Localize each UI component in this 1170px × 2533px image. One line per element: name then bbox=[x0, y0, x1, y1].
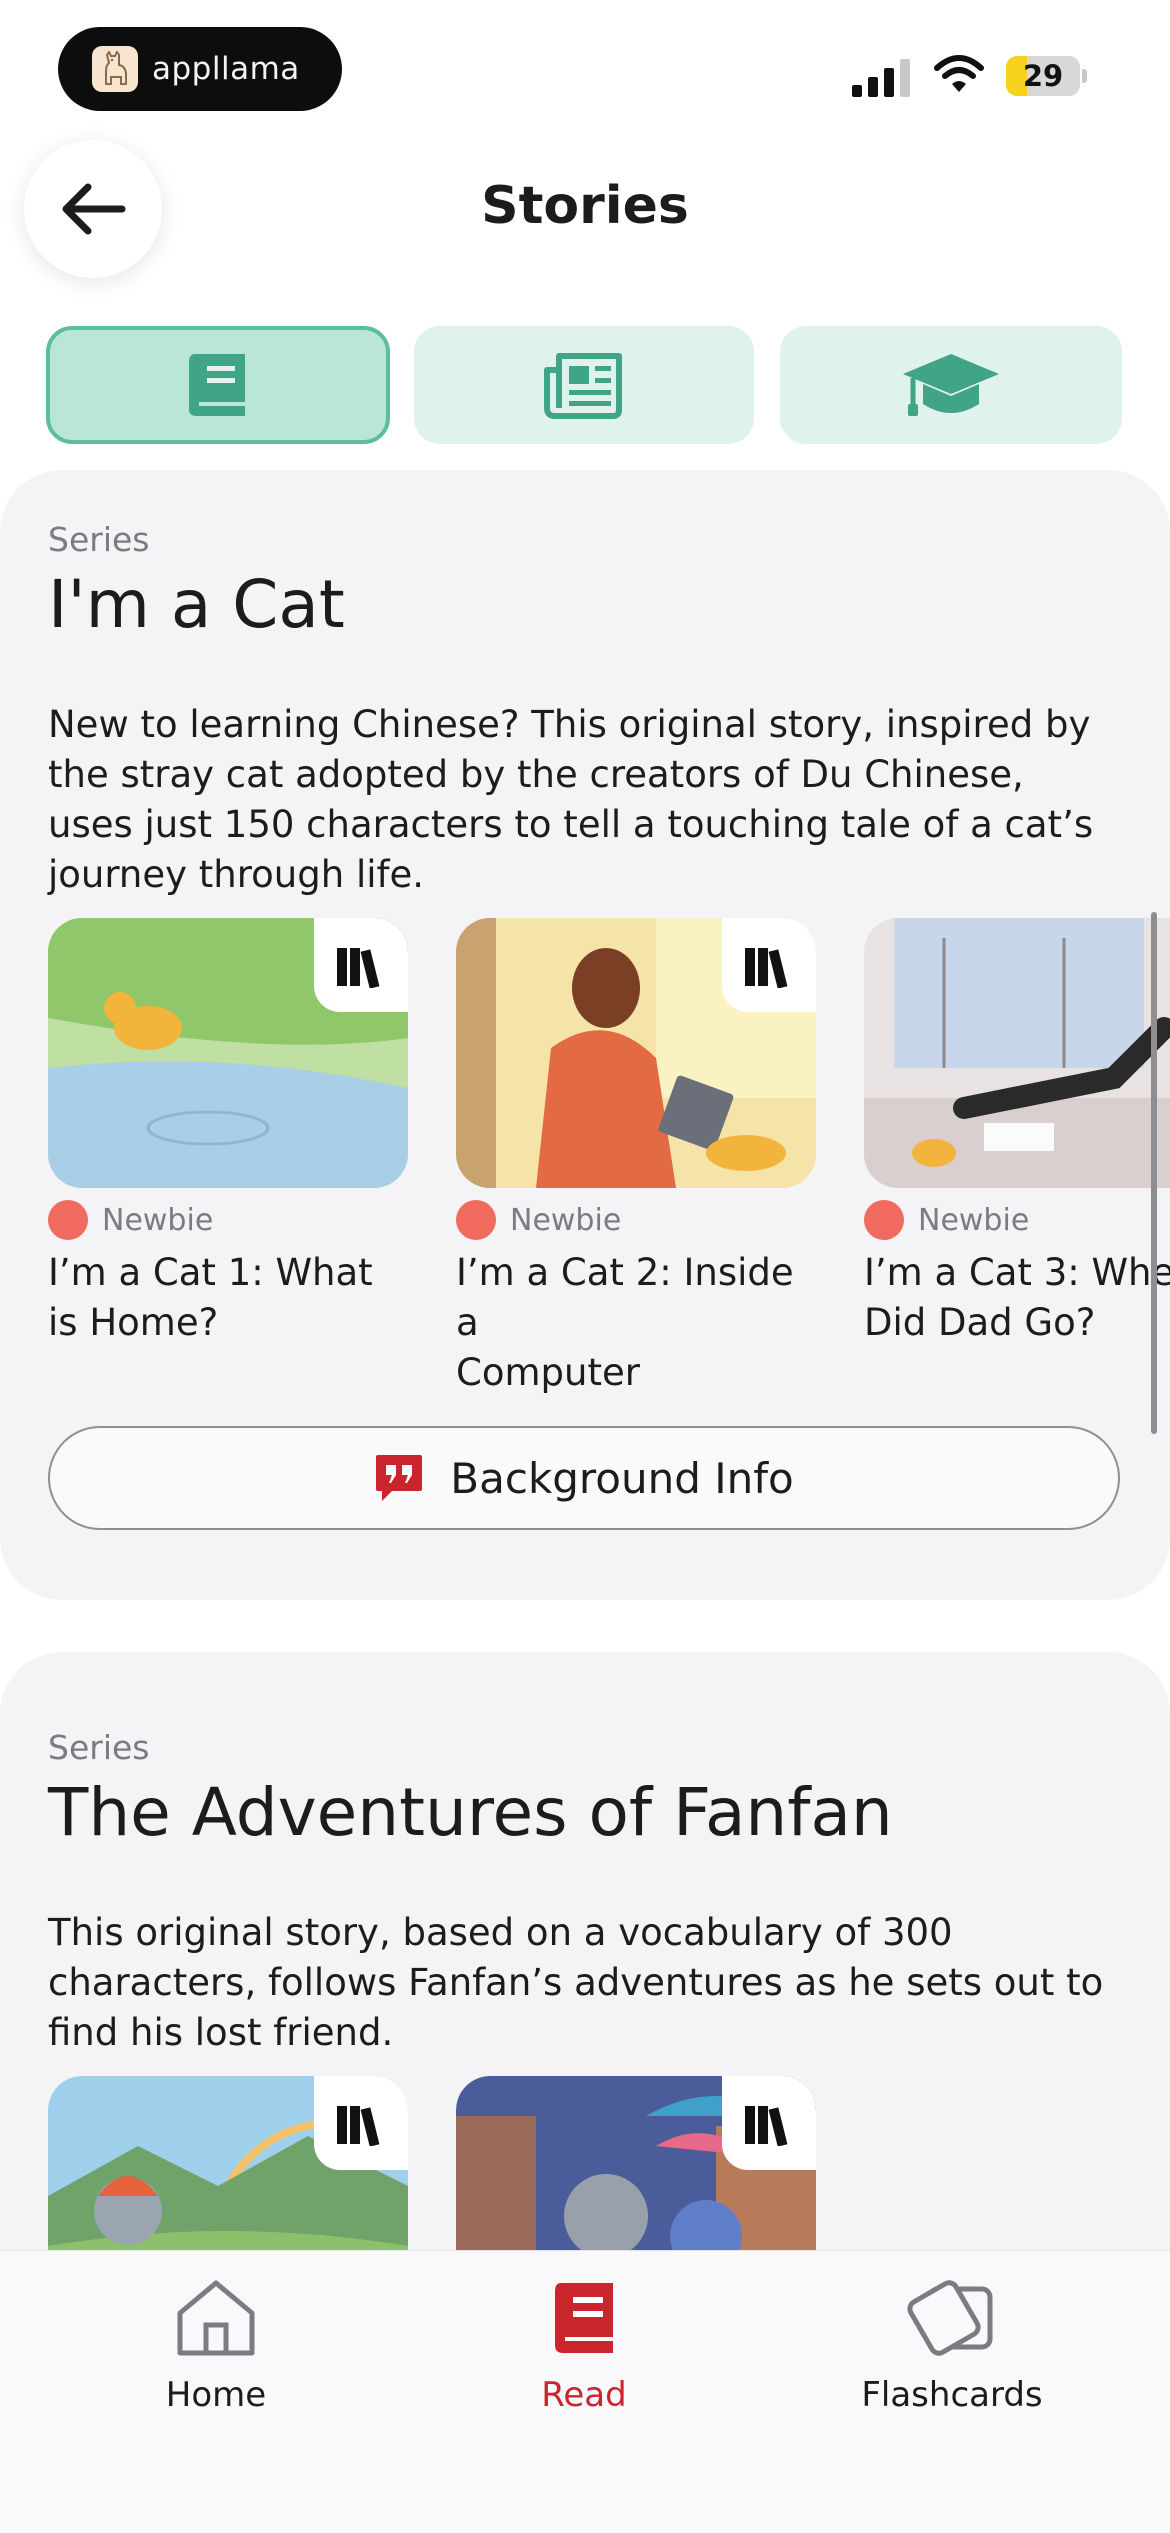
nav-home[interactable]: Home bbox=[76, 2279, 356, 2415]
newspaper-icon bbox=[544, 353, 622, 419]
story-thumbnail bbox=[48, 918, 408, 1188]
brand-name: appllama bbox=[152, 51, 300, 87]
graduation-cap-icon bbox=[903, 354, 999, 416]
library-icon bbox=[722, 2076, 816, 2170]
tab-articles[interactable] bbox=[414, 326, 754, 444]
series-description: New to learning Chinese? This original s… bbox=[48, 703, 1094, 896]
story-thumbnail bbox=[864, 918, 1170, 1188]
story-title: I’m a Cat 3: WhereDid Dad Go? bbox=[864, 1251, 1170, 1344]
page-title: Stories bbox=[481, 176, 689, 236]
bottom-navigation: Home Read Flashcards bbox=[0, 2250, 1170, 2533]
series-label: Series bbox=[48, 1728, 150, 1767]
background-info-label: Background Info bbox=[450, 1453, 794, 1503]
story-card[interactable] bbox=[48, 2076, 408, 2250]
level-label: Newbie bbox=[918, 1202, 1030, 1238]
background-info-button[interactable]: Background Info bbox=[48, 1426, 1120, 1530]
scrollbar[interactable] bbox=[1151, 912, 1157, 1434]
tab-stories[interactable] bbox=[46, 326, 390, 444]
quote-icon bbox=[376, 1455, 423, 1501]
story-thumbnail bbox=[456, 2076, 816, 2250]
series-label: Series bbox=[48, 520, 150, 559]
library-icon bbox=[722, 918, 816, 1012]
app-badge: appllama bbox=[58, 27, 342, 111]
series-description: This original story, based on a vocabula… bbox=[48, 1911, 1104, 2054]
story-card[interactable]: Newbie I’m a Cat 3: WhereDid Dad Go? bbox=[864, 918, 1170, 1348]
flashcards-icon bbox=[907, 2280, 993, 2356]
story-title: I’m a Cat 2: Inside a Computer bbox=[456, 1251, 794, 1394]
level-dot bbox=[864, 1200, 904, 1240]
nav-label: Flashcards bbox=[861, 2375, 1043, 2415]
library-icon bbox=[314, 918, 408, 1012]
library-icon bbox=[314, 2076, 408, 2170]
story-card[interactable]: Newbie I’m a Cat 1: What is Home? bbox=[48, 918, 408, 1348]
series-title: I'm a Cat bbox=[48, 566, 345, 643]
tab-courses[interactable] bbox=[780, 326, 1122, 444]
level-dot bbox=[48, 1200, 88, 1240]
battery-level: 29 bbox=[1022, 59, 1064, 93]
story-thumbnail bbox=[48, 2076, 408, 2250]
book-icon bbox=[189, 354, 245, 416]
series-title: The Adventures of Fanfan bbox=[48, 1774, 893, 1851]
nav-flashcards[interactable]: Flashcards bbox=[812, 2279, 1092, 2415]
book-icon bbox=[555, 2283, 613, 2353]
story-thumbnail bbox=[456, 918, 816, 1188]
nav-label: Read bbox=[541, 2375, 627, 2415]
battery-icon: 29 bbox=[1006, 56, 1087, 96]
nav-label: Home bbox=[165, 2375, 267, 2415]
cellular-signal-icon bbox=[852, 59, 910, 97]
story-title: I’m a Cat 1: What is Home? bbox=[48, 1251, 373, 1344]
nav-read[interactable]: Read bbox=[444, 2279, 724, 2415]
home-icon bbox=[177, 2280, 255, 2356]
wifi-icon bbox=[934, 55, 984, 92]
level-label: Newbie bbox=[102, 1202, 214, 1238]
story-card[interactable] bbox=[456, 2076, 816, 2250]
story-card[interactable]: Newbie I’m a Cat 2: Inside a Computer bbox=[456, 918, 816, 1398]
level-dot bbox=[456, 1200, 496, 1240]
llama-logo-icon bbox=[92, 46, 138, 92]
level-label: Newbie bbox=[510, 1202, 622, 1238]
